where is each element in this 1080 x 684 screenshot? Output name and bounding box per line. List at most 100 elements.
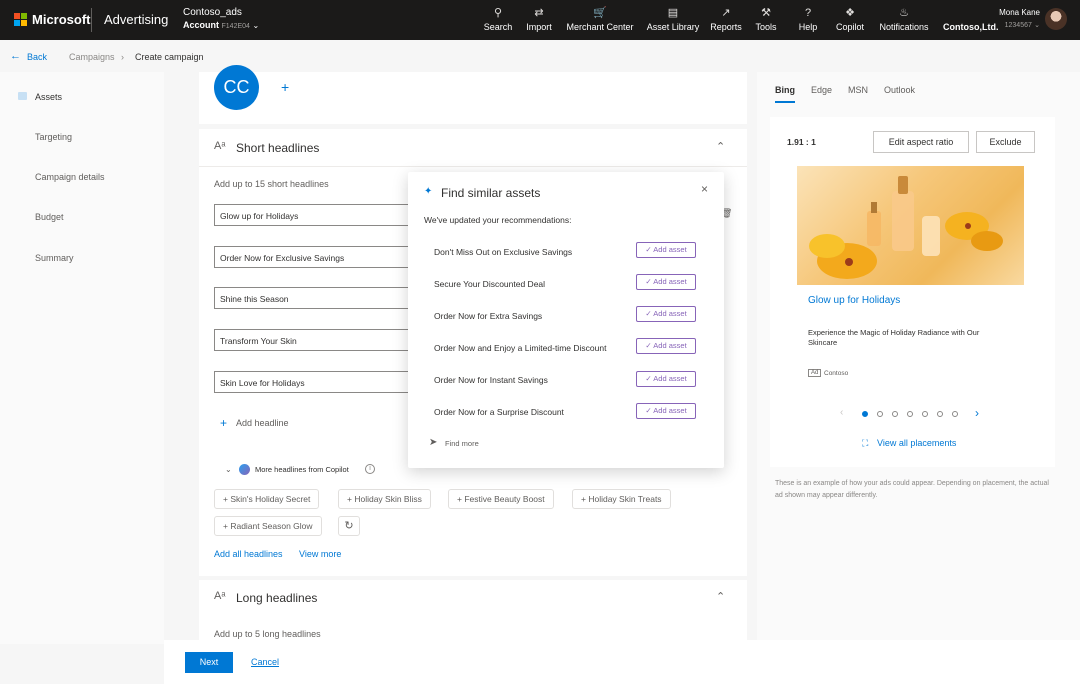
add-asset-button[interactable]: ✓ Add asset bbox=[636, 371, 696, 387]
nav-step-targeting[interactable]: Targeting bbox=[35, 132, 72, 142]
nav-step-assets[interactable]: Assets bbox=[35, 92, 62, 102]
nav-tools[interactable]: ⚒ Tools bbox=[752, 6, 780, 36]
nav-step-campaign-details[interactable]: Campaign details bbox=[35, 172, 105, 182]
edit-aspect-ratio-button[interactable]: Edit aspect ratio bbox=[873, 131, 969, 153]
nav-step-summary[interactable]: Summary bbox=[35, 253, 74, 263]
copilot-icon: ❖ bbox=[845, 7, 855, 19]
recommendation-text: Order Now for Instant Savings bbox=[434, 375, 548, 385]
suggestion-chip[interactable]: + Festive Beauty Boost bbox=[448, 489, 554, 509]
add-asset-button[interactable]: ✓ Add asset bbox=[636, 274, 696, 290]
find-more-link[interactable]: Find more bbox=[445, 439, 479, 448]
chevron-down-icon: ⌄ bbox=[1034, 22, 1040, 29]
ad-brand: Contoso bbox=[824, 370, 849, 377]
cancel-link[interactable]: Cancel bbox=[251, 657, 279, 667]
nav-divider bbox=[91, 8, 92, 32]
add-headline-button[interactable]: Add headline bbox=[236, 418, 289, 428]
recommendation-text: Secure Your Discounted Deal bbox=[434, 279, 546, 289]
nav-reports[interactable]: ↗ Reports bbox=[708, 6, 744, 36]
nav-notifications[interactable]: ♨ Notifications bbox=[876, 6, 932, 36]
nav-search[interactable]: ⚲ Search bbox=[481, 6, 515, 36]
carousel-dot[interactable] bbox=[892, 411, 898, 417]
next-button[interactable]: Next bbox=[185, 652, 233, 673]
avatar[interactable] bbox=[1045, 8, 1067, 30]
org-id: 1234567 bbox=[1004, 22, 1032, 29]
wrench-icon: ⚒ bbox=[761, 7, 771, 19]
wizard-steps-nav bbox=[0, 72, 164, 644]
help-icon: ? bbox=[804, 7, 812, 19]
add-logo-plus-icon[interactable]: + bbox=[281, 79, 289, 95]
breadcrumb-campaigns[interactable]: Campaigns bbox=[69, 52, 115, 62]
carousel-dot[interactable] bbox=[937, 411, 943, 417]
suggestion-chip[interactable]: + Skin's Holiday Secret bbox=[214, 489, 320, 509]
suggestion-chip[interactable]: + Holiday Skin Treats bbox=[572, 489, 671, 509]
sparkle-icon: ✦ bbox=[424, 186, 433, 197]
headline-input-3[interactable]: Shine this Season bbox=[214, 287, 409, 309]
aspect-ratio-label: 1.91 : 1 bbox=[787, 137, 816, 147]
chevron-up-icon[interactable]: ⌃ bbox=[716, 590, 725, 603]
nav-copilot[interactable]: ❖ Copilot bbox=[832, 6, 868, 36]
tab-bing[interactable]: Bing bbox=[775, 85, 795, 95]
account-switcher[interactable]: Contoso_ads Account F142E04 ⌄ bbox=[183, 6, 259, 33]
tab-edge[interactable]: Edge bbox=[811, 85, 832, 95]
import-icon: ⇄ bbox=[534, 7, 544, 19]
send-icon: ➤ bbox=[429, 437, 438, 448]
carousel-dot[interactable] bbox=[952, 411, 958, 417]
view-all-placements-link[interactable]: View all placements bbox=[877, 438, 956, 448]
assets-icon bbox=[18, 92, 27, 100]
microsoft-logo-icon bbox=[14, 13, 28, 27]
nav-asset-library[interactable]: ▤ Asset Library bbox=[645, 6, 701, 36]
back-link[interactable]: Back bbox=[27, 52, 47, 62]
carousel-prev-icon[interactable]: ‹ bbox=[840, 407, 843, 418]
expand-icon: ⛶ bbox=[862, 438, 869, 448]
add-all-headlines-link[interactable]: Add all headlines bbox=[214, 549, 283, 559]
nav-import[interactable]: ⇄ Import bbox=[522, 6, 556, 36]
chevron-up-icon[interactable]: ⌃ bbox=[716, 140, 725, 153]
recommendation-text: Order Now for Extra Savings bbox=[434, 311, 543, 321]
tab-outlook[interactable]: Outlook bbox=[884, 85, 915, 95]
refresh-icon[interactable]: ↻ bbox=[338, 516, 360, 536]
headline-input-4[interactable]: Transform Your Skin bbox=[214, 329, 409, 351]
logo-avatar[interactable]: CC bbox=[214, 65, 259, 110]
nav-step-budget[interactable]: Budget bbox=[35, 212, 64, 222]
ad-headline[interactable]: Glow up for Holidays bbox=[808, 295, 900, 306]
carousel-next-icon[interactable]: › bbox=[975, 406, 979, 420]
account-id: F142E04 bbox=[221, 23, 250, 30]
user-name: Mona Kane bbox=[999, 8, 1040, 17]
popup-title: Find similar assets bbox=[441, 186, 541, 200]
exclude-button[interactable]: Exclude bbox=[976, 131, 1035, 153]
add-asset-button[interactable]: ✓ Add asset bbox=[636, 242, 696, 258]
ad-image bbox=[797, 166, 1024, 285]
suggestion-chip[interactable]: + Radiant Season Glow bbox=[214, 516, 322, 536]
nav-help[interactable]: ? Help bbox=[794, 6, 822, 36]
add-asset-button[interactable]: ✓ Add asset bbox=[636, 338, 696, 354]
chevron-right-icon: › bbox=[121, 52, 124, 62]
close-icon[interactable]: × bbox=[701, 182, 708, 196]
chevron-down-icon: ⌄ bbox=[252, 21, 260, 30]
chevron-down-icon[interactable]: ⌄ bbox=[225, 465, 232, 474]
back-arrow-icon[interactable]: ← bbox=[10, 50, 21, 62]
add-asset-button[interactable]: ✓ Add asset bbox=[636, 403, 696, 419]
headline-input-5[interactable]: Skin Love for Holidays bbox=[214, 371, 409, 393]
long-headlines-hint: Add up to 5 long headlines bbox=[214, 629, 321, 639]
recommendation-text: Don't Miss Out on Exclusive Savings bbox=[434, 247, 573, 257]
nav-merchant-center[interactable]: 🛒 Merchant Center bbox=[563, 6, 637, 36]
carousel-dot[interactable] bbox=[877, 411, 883, 417]
product-name[interactable]: Advertising bbox=[104, 12, 168, 27]
tab-msn[interactable]: MSN bbox=[848, 85, 868, 95]
headline-input-1[interactable]: Glow up for Holidays bbox=[214, 204, 409, 226]
cart-icon: 🛒 bbox=[593, 7, 607, 19]
carousel-dot[interactable] bbox=[907, 411, 913, 417]
suggestion-chip[interactable]: + Holiday Skin Bliss bbox=[338, 489, 431, 509]
carousel-dot[interactable] bbox=[862, 411, 868, 417]
user-menu[interactable]: Mona Kane 1234567 ⌄ bbox=[985, 7, 1040, 32]
text-style-icon: Aᵃ bbox=[214, 140, 226, 152]
long-headlines-title: Long headlines bbox=[236, 591, 318, 605]
skincare-product-illustration bbox=[809, 176, 1003, 279]
account-name: Contoso_ads bbox=[183, 7, 242, 18]
headline-input-2[interactable]: Order Now for Exclusive Savings bbox=[214, 246, 409, 268]
add-asset-button[interactable]: ✓ Add asset bbox=[636, 306, 696, 322]
view-more-link[interactable]: View more bbox=[299, 549, 341, 559]
info-icon[interactable]: i bbox=[365, 464, 375, 474]
copilot-icon bbox=[239, 464, 250, 475]
carousel-dot[interactable] bbox=[922, 411, 928, 417]
